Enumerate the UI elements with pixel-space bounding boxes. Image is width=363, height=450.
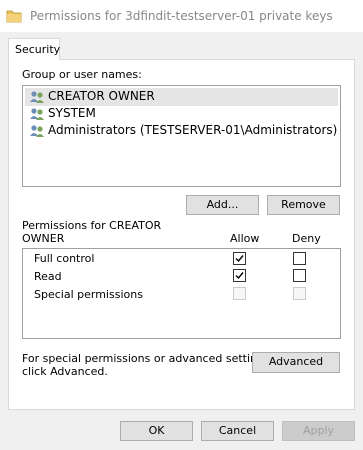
tab-security[interactable]: Security [8, 38, 60, 60]
allow-column-header: Allow [230, 232, 260, 245]
list-item-label: CREATOR OWNER [48, 89, 155, 103]
permission-label-read: Read [34, 270, 62, 283]
advanced-hint-line2: click Advanced. [22, 365, 108, 378]
permission-label-special: Special permissions [34, 288, 143, 301]
user-group-icon [29, 89, 45, 105]
list-item-creator-owner[interactable]: CREATOR OWNER [25, 88, 338, 106]
add-button[interactable]: Add... [186, 195, 259, 215]
user-group-icon [29, 106, 45, 122]
list-item-system[interactable]: SYSTEM [25, 105, 338, 123]
cancel-button[interactable]: Cancel [201, 421, 274, 441]
group-names-label: Group or user names: [22, 68, 142, 81]
permission-label-full-control: Full control [34, 252, 95, 265]
checkmark-icon [235, 272, 244, 280]
allow-special-permissions-checkbox [233, 287, 246, 300]
permissions-label-line2: OWNER [22, 232, 65, 245]
user-group-icon [29, 123, 45, 139]
permissions-label-line1: Permissions for CREATOR [22, 219, 162, 232]
ok-button[interactable]: OK [120, 421, 193, 441]
deny-column-header: Deny [292, 232, 321, 245]
group-user-list[interactable]: CREATOR OWNER SYSTEM Administrators (TES… [22, 85, 341, 187]
deny-read-checkbox[interactable] [293, 269, 306, 282]
apply-button: Apply [282, 421, 355, 441]
deny-special-permissions-checkbox [293, 287, 306, 300]
title-bar: Permissions for 3dfindit-testserver-01 p… [0, 0, 363, 32]
checkmark-icon [235, 255, 244, 263]
remove-button[interactable]: Remove [267, 195, 340, 215]
advanced-hint-line1: For special permissions or advanced sett… [22, 352, 274, 365]
advanced-button[interactable]: Advanced [252, 352, 340, 373]
list-item-label: Administrators (TESTSERVER-01\Administra… [48, 123, 338, 137]
list-item-administrators[interactable]: Administrators (TESTSERVER-01\Administra… [25, 122, 338, 140]
allow-read-checkbox[interactable] [233, 269, 246, 282]
deny-full-control-checkbox[interactable] [293, 252, 306, 265]
folder-icon [6, 8, 22, 24]
tab-label: Security [15, 43, 61, 56]
list-item-label: SYSTEM [48, 106, 96, 120]
window-title: Permissions for 3dfindit-testserver-01 p… [30, 9, 333, 23]
allow-full-control-checkbox[interactable] [233, 252, 246, 265]
